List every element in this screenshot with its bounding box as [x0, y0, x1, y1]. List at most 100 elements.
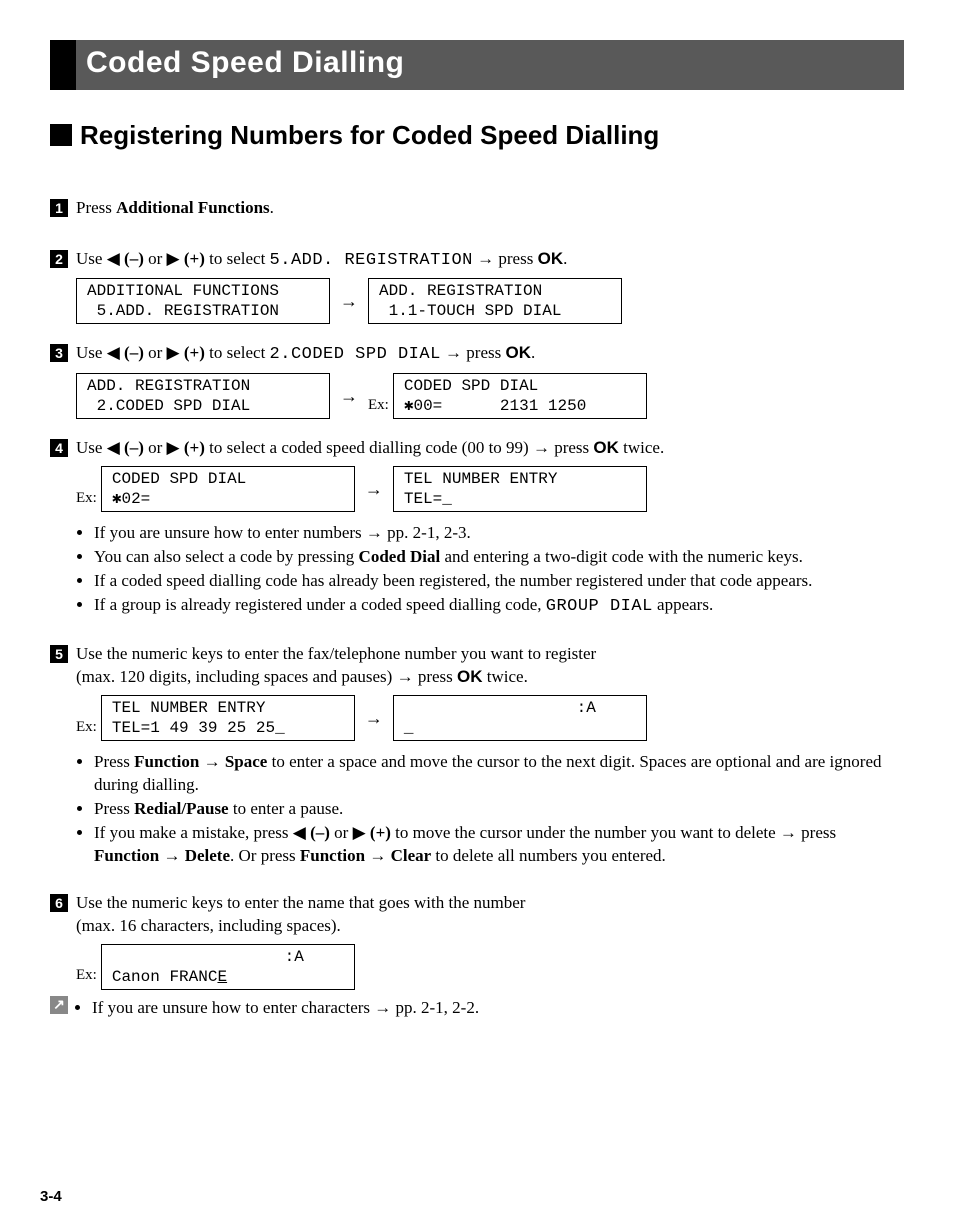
step-number: 1	[50, 199, 68, 217]
lcd-row: ADDITIONAL FUNCTIONS 5.ADD. REGISTRATION…	[76, 278, 904, 324]
text: →	[199, 752, 225, 771]
key-name: Function	[300, 846, 365, 865]
subheader-square	[50, 124, 72, 146]
lcd-screen: :A _	[393, 695, 647, 741]
text: appears.	[653, 595, 713, 614]
step-number: 6	[50, 894, 68, 912]
text: If you make a mistake, press	[94, 823, 293, 842]
lcd-screen: ADDITIONAL FUNCTIONS 5.ADD. REGISTRATION	[76, 278, 330, 324]
step-1-text: Press Additional Functions.	[76, 197, 904, 220]
lcd-row: Ex: :A Canon FRANCE	[76, 944, 904, 990]
left-arrow-icon: ◀	[107, 438, 120, 457]
continue-row: ↗ If you are unsure how to enter charact…	[50, 996, 904, 1036]
lcd-screen: TEL NUMBER ENTRY TEL=_	[393, 466, 647, 512]
lcd-screen: TEL NUMBER ENTRY TEL=1 49 39 25 25_	[101, 695, 355, 741]
step-5: 5 Use the numeric keys to enter the fax/…	[50, 643, 904, 884]
note: You can also select a code by pressing C…	[94, 546, 904, 569]
minus-key: (–)	[124, 249, 144, 268]
plus-key: (+)	[184, 249, 205, 268]
note: If you are unsure how to enter character…	[92, 997, 904, 1020]
note: If you are unsure how to enter numbers →…	[94, 522, 904, 545]
plus-key: (+)	[370, 823, 391, 842]
lcd-row: Ex: TEL NUMBER ENTRY TEL=1 49 39 25 25_ …	[76, 695, 904, 741]
step-6-text: Use the numeric keys to enter the name t…	[76, 892, 904, 938]
example-label: Ex:	[76, 965, 97, 989]
text: to enter a pause.	[229, 799, 344, 818]
note: If you make a mistake, press ◀ (–) or ▶ …	[94, 822, 904, 868]
text: → press	[441, 343, 506, 362]
step-3: 3 Use ◀ (–) or ▶ (+) to select 2.CODED S…	[50, 342, 904, 429]
lcd-row: ADD. REGISTRATION 2.CODED SPD DIAL → Ex:…	[76, 373, 904, 419]
ok-key: OK	[505, 343, 531, 362]
key-name: Function	[134, 752, 199, 771]
text: to select a coded speed dialling code (0…	[205, 438, 594, 457]
key-name: Additional Functions	[116, 198, 270, 217]
left-arrow-icon: ◀	[107, 343, 120, 362]
title-bar: Coded Speed Dialling	[50, 40, 904, 90]
text: →	[365, 846, 391, 865]
note: If a coded speed dialling code has alrea…	[94, 570, 904, 593]
notes-list: Press Function → Space to enter a space …	[76, 751, 904, 868]
text: twice.	[483, 667, 528, 686]
text: If you are unsure how to enter numbers →…	[94, 523, 471, 542]
text: twice.	[619, 438, 664, 457]
left-arrow-icon: ◀	[293, 823, 306, 842]
text: Use the numeric keys to enter the name t…	[76, 893, 525, 912]
left-arrow-icon: ◀	[107, 249, 120, 268]
step-2: 2 Use ◀ (–) or ▶ (+) to select 5.ADD. RE…	[50, 248, 904, 335]
right-arrow-icon: ▶	[167, 343, 180, 362]
text: → press	[473, 249, 538, 268]
step-3-text: Use ◀ (–) or ▶ (+) to select 2.CODED SPD…	[76, 342, 904, 367]
notes-list: If you are unsure how to enter numbers →…	[76, 522, 904, 619]
text: Press	[76, 198, 116, 217]
lcd-cursor: E	[217, 968, 227, 986]
step-number: 5	[50, 645, 68, 663]
minus-key: (–)	[310, 823, 330, 842]
note: Press Redial/Pause to enter a pause.	[94, 798, 904, 821]
example-label: Ex:	[76, 717, 97, 741]
text: and entering a two-digit code with the n…	[440, 547, 803, 566]
text: Use	[76, 343, 107, 362]
example-label: Ex:	[368, 395, 389, 419]
step-4-text: Use ◀ (–) or ▶ (+) to select a coded spe…	[76, 437, 904, 460]
step-number: 4	[50, 439, 68, 457]
text: or	[144, 438, 167, 457]
step-1: 1 Press Additional Functions.	[50, 197, 904, 226]
note: If a group is already registered under a…	[94, 594, 904, 619]
continue-arrow-icon: ↗	[50, 996, 68, 1014]
text: .	[270, 198, 274, 217]
step-2-text: Use ◀ (–) or ▶ (+) to select 5.ADD. REGI…	[76, 248, 904, 273]
menu-target: 5.ADD. REGISTRATION	[270, 251, 473, 270]
ok-key: OK	[457, 667, 483, 686]
text: to select	[205, 343, 270, 362]
minus-key: (–)	[124, 343, 144, 362]
title-square	[50, 40, 76, 90]
minus-key: (–)	[124, 438, 144, 457]
lcd-line: Canon FRANC	[112, 968, 218, 986]
right-arrow-icon: ▶	[167, 438, 180, 457]
lcd-screen: CODED SPD DIAL ✱02=	[101, 466, 355, 512]
text: to move the cursor under the number you …	[391, 823, 836, 842]
lcd-screen: CODED SPD DIAL ✱00= 2131 1250	[393, 373, 647, 419]
text: Use	[76, 438, 107, 457]
step-6: 6 Use the numeric keys to enter the name…	[50, 892, 904, 992]
right-arrow-icon: ▶	[353, 823, 366, 842]
lcd-screen: :A Canon FRANCE	[101, 944, 355, 990]
step-5-text: Use the numeric keys to enter the fax/te…	[76, 643, 904, 689]
right-arrow-icon: ▶	[167, 249, 180, 268]
ok-key: OK	[538, 249, 564, 268]
text: . Or press	[230, 846, 300, 865]
subheader-text: Registering Numbers for Coded Speed Dial…	[80, 118, 659, 153]
arrow-right-icon: →	[340, 384, 358, 408]
text: Use the numeric keys to enter the fax/te…	[76, 644, 596, 663]
key-name: Clear	[391, 846, 432, 865]
text: Press	[94, 799, 134, 818]
step-number: 3	[50, 344, 68, 362]
key-name: Redial/Pause	[134, 799, 228, 818]
arrow-right-icon: →	[365, 706, 383, 730]
plus-key: (+)	[184, 343, 205, 362]
key-name: Coded Dial	[359, 547, 441, 566]
text: .	[563, 249, 567, 268]
text: →	[159, 846, 185, 865]
menu-target: 2.CODED SPD DIAL	[270, 345, 441, 364]
